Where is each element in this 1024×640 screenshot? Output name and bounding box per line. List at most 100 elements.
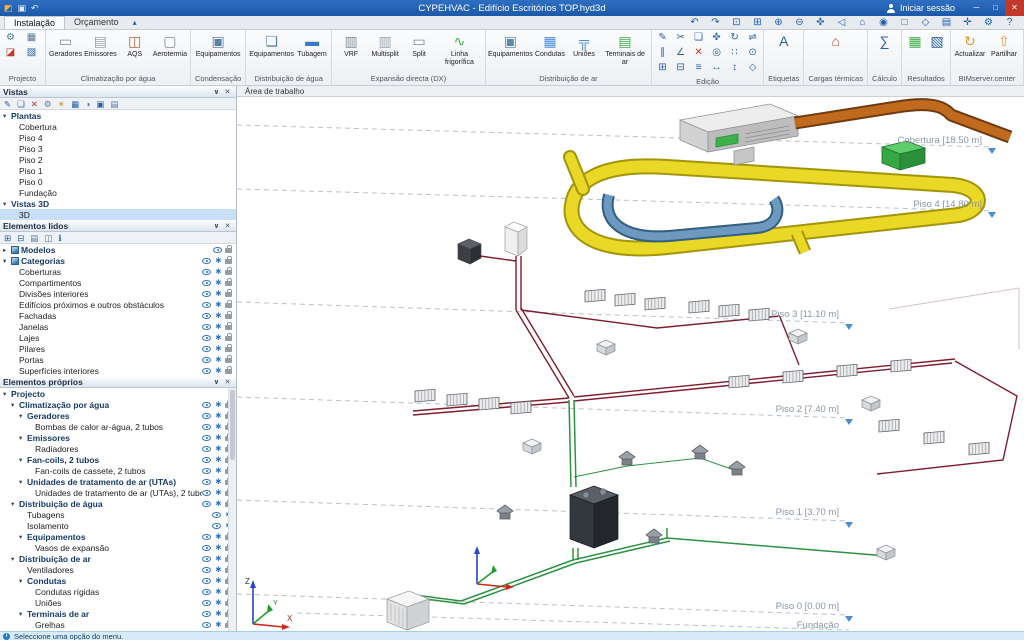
tree-item-grelhas[interactable]: Grelhas∗ <box>0 619 236 630</box>
visibility-eye-icon[interactable] <box>202 490 211 496</box>
visibility-eye-icon[interactable] <box>202 280 211 286</box>
expansao-directa-dx-split-button[interactable]: ▭Split <box>402 31 436 59</box>
climatizacao-por-agua-aqs-button[interactable]: ◫AQS <box>118 31 152 59</box>
tree-item-coberturas[interactable]: Coberturas∗ <box>0 266 236 277</box>
lock-icon[interactable] <box>225 369 232 374</box>
angle-button[interactable]: ∠ <box>672 46 689 61</box>
drawings-button[interactable]: ▧ <box>926 31 948 50</box>
expander-icon[interactable]: ▾ <box>11 401 19 409</box>
rotate-button[interactable]: ↻ <box>726 31 743 46</box>
panel-collapse-button[interactable]: ∨ <box>211 378 222 386</box>
calculate-button[interactable]: ∑ <box>873 31 895 50</box>
lock-icon[interactable] <box>225 270 232 275</box>
tab-instalacao[interactable]: Instalação <box>4 16 65 29</box>
expander-icon[interactable]: ▾ <box>19 434 27 442</box>
copy-button[interactable]: ❏ <box>690 31 707 46</box>
visibility-eye-icon[interactable] <box>202 479 211 485</box>
visibility-eye-icon[interactable] <box>202 402 211 408</box>
undo-icon[interactable]: ↶ <box>684 16 705 30</box>
tree-item-fan-coils-de-cassete-2-tubos[interactable]: Fan-coils de cassete, 2 tubos∗ <box>0 465 236 476</box>
minimize-button[interactable]: ─ <box>967 0 986 16</box>
tree-item-emissores[interactable]: ▾Emissores∗ <box>0 432 236 443</box>
lock-icon[interactable] <box>225 358 232 363</box>
stretch-v-button[interactable]: ↕ <box>726 61 743 76</box>
view-config-icon[interactable]: ⚙ <box>44 98 52 110</box>
visibility-eye-icon[interactable] <box>202 413 211 419</box>
front-view-icon[interactable]: □ <box>894 16 915 30</box>
vertical-scrollbar[interactable] <box>228 388 236 631</box>
print-view-icon[interactable]: ▤ <box>110 98 118 110</box>
sun-icon[interactable]: ☀ <box>58 98 66 110</box>
isolate-icon[interactable]: ◫ <box>44 232 52 244</box>
zoom-extents-icon[interactable]: ⊞ <box>747 16 768 30</box>
settings-asterisk-icon[interactable]: ∗ <box>214 310 222 321</box>
project-data-button[interactable]: ⚙ <box>2 31 19 46</box>
settings-asterisk-icon[interactable]: ∗ <box>214 597 222 608</box>
lock-icon[interactable] <box>225 336 232 341</box>
textures-icon[interactable]: ▦ <box>71 98 79 110</box>
settings-asterisk-icon[interactable]: ∗ <box>214 487 222 498</box>
save-view-icon[interactable]: ▣ <box>96 98 104 110</box>
visibility-eye-icon[interactable] <box>202 501 211 507</box>
lock-icon[interactable] <box>225 314 232 319</box>
close-button[interactable]: ✕ <box>1005 0 1024 16</box>
lock-icon[interactable] <box>225 347 232 352</box>
visibility-eye-icon[interactable] <box>202 269 211 275</box>
tree-item-lajes[interactable]: Lajes∗ <box>0 332 236 343</box>
tree-item-piso-4[interactable]: Piso 4 <box>0 132 236 143</box>
snap-button[interactable]: ⊙ <box>744 46 761 61</box>
settings-asterisk-icon[interactable]: ∗ <box>214 321 222 332</box>
settings-asterisk-icon[interactable]: ∗ <box>214 365 222 376</box>
pan-icon[interactable]: ✜ <box>810 16 831 30</box>
visibility-eye-icon[interactable] <box>202 302 211 308</box>
shadows-icon[interactable]: ◑ <box>85 98 90 110</box>
viewport-3d-canvas[interactable]: Z Y X Cobertura [18.50 m] Piso 4 [14.80 … <box>237 97 1023 631</box>
climatizacao-por-agua-emissores-button[interactable]: ▤Emissores <box>83 31 118 59</box>
tree-item-vistas-3d[interactable]: ▾Vistas 3D <box>0 198 236 209</box>
mirror-button[interactable]: ⇌ <box>744 31 761 46</box>
zoom-window-icon[interactable]: ⊡ <box>726 16 747 30</box>
settings-asterisk-icon[interactable]: ∗ <box>214 288 222 299</box>
tree-item-tubagens[interactable]: Tubagens∗ <box>0 509 236 520</box>
visibility-eye-icon[interactable] <box>212 523 221 529</box>
expander-icon[interactable]: ▾ <box>11 555 19 563</box>
show-all-icon[interactable]: ▤ <box>30 232 38 244</box>
labels-button[interactable]: A <box>773 31 795 50</box>
panel-collapse-button[interactable]: ∨ <box>211 88 222 96</box>
tree-item-cobertura[interactable]: Cobertura <box>0 121 236 132</box>
expander-icon[interactable]: ▾ <box>19 478 27 486</box>
orbit-icon[interactable]: ◉ <box>873 16 894 30</box>
tree-item-compartimentos[interactable]: Compartimentos∗ <box>0 277 236 288</box>
previous-view-icon[interactable]: ◁ <box>831 16 852 30</box>
expansao-directa-dx-linha-frigorifica-button[interactable]: ∿Linha frigorífica <box>436 31 483 66</box>
scrollbar-thumb[interactable] <box>230 390 235 460</box>
collapse-all-icon[interactable]: ⊟ <box>17 232 24 244</box>
expander-icon[interactable]: ▾ <box>3 390 11 398</box>
expansao-directa-dx-multisplit-button[interactable]: ▥Multisplit <box>368 31 402 59</box>
visibility-eye-icon[interactable] <box>202 589 211 595</box>
lock-icon[interactable] <box>225 292 232 297</box>
layers-icon[interactable]: ▤ <box>936 16 957 30</box>
tree-item-unidades-de-tratamento-de-ar-utas[interactable]: ▾Unidades de tratamento de ar (UTAs)∗ <box>0 476 236 487</box>
group-button[interactable]: ⊞ <box>654 61 671 76</box>
visibility-eye-icon[interactable] <box>202 424 211 430</box>
visibility-eye-icon[interactable] <box>202 335 211 341</box>
bimserver-center-actualizar-button[interactable]: ↻Actualizar <box>953 31 987 59</box>
tree-item-radiadores[interactable]: Radiadores∗ <box>0 443 236 454</box>
distribuicao-de-ar-unioes-button[interactable]: ╦Uniões <box>567 31 601 59</box>
tree-item-pilares[interactable]: Pilares∗ <box>0 343 236 354</box>
settings-asterisk-icon[interactable]: ∗ <box>214 421 222 432</box>
tree-item-geradores[interactable]: ▾Geradores∗ <box>0 410 236 421</box>
tree-item-isolamento[interactable]: Isolamento∗ <box>0 520 236 531</box>
settings-asterisk-icon[interactable]: ∗ <box>214 332 222 343</box>
expander-icon[interactable]: ▾ <box>19 610 27 618</box>
expansao-directa-dx-vrf-button[interactable]: ▥VRF <box>334 31 368 59</box>
delete-button[interactable]: ✕ <box>690 46 707 61</box>
panel-collapse-button[interactable]: ∨ <box>211 222 222 230</box>
settings-asterisk-icon[interactable]: ∗ <box>214 564 222 575</box>
dimension-button[interactable]: ◇ <box>744 61 761 76</box>
climatizacao-por-agua-geradores-button[interactable]: ▭Geradores <box>48 31 83 59</box>
settings-icon[interactable]: ⚙ <box>978 16 999 30</box>
expander-icon[interactable]: ▾ <box>19 577 27 585</box>
tree-item-projecto[interactable]: ▾Projecto <box>0 388 236 399</box>
